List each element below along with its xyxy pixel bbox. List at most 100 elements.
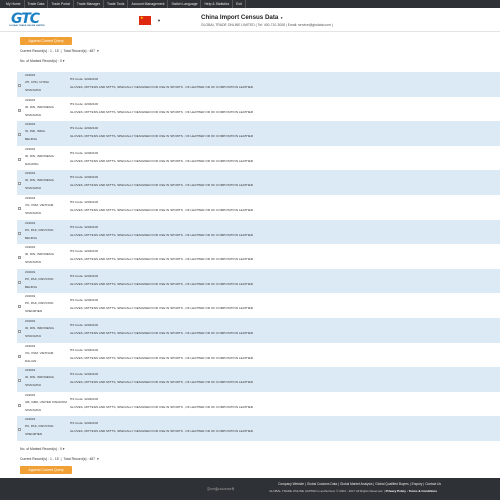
company-contact: GLOBAL TRADE ONLINE LIMITED ( Tel: 400-7… bbox=[201, 23, 334, 27]
row-description: GLOVES, MITTENS AND MITTS, SPECIALLY DES… bbox=[70, 281, 253, 286]
terms-link[interactable]: Terms & Conditions bbox=[409, 489, 437, 493]
table-row[interactable]: 201601 VN, VNM, VIETNAM SHANGHAI HS Code: 4… bbox=[17, 195, 500, 220]
row-checkbox[interactable] bbox=[18, 108, 21, 112]
row-checkbox[interactable] bbox=[18, 207, 21, 210]
chevron-down-icon[interactable]: ▼ bbox=[157, 18, 161, 23]
chevron-down-icon[interactable]: ▾ bbox=[63, 59, 65, 63]
page-title-text: China Import Census Data bbox=[201, 14, 279, 21]
nav-item-trade-tools[interactable]: Trade Tools bbox=[104, 0, 129, 8]
footer-copyright: GLOBAL TRADE ONLINE LIMITED is authorize… bbox=[269, 489, 437, 493]
table-row[interactable]: 201601 ID, IDN, INDONESIA SHANGHAI HS Code:… bbox=[17, 244, 500, 269]
row-checkbox[interactable] bbox=[18, 330, 21, 333]
nav-item-my-home[interactable]: My Home bbox=[3, 0, 25, 8]
table-row[interactable]: 201601 PK, PAK, PAKISTAN SHENZHEN HS Code: … bbox=[17, 293, 500, 318]
row-port: SHANGHAI bbox=[25, 112, 42, 117]
table-row[interactable]: 201601 ID, IDN, INDONESIA SHANGHAI HS Code:… bbox=[17, 96, 500, 122]
china-flag-icon[interactable]: ★ bbox=[139, 16, 151, 25]
row-hs-code: HS Code: 42032100 bbox=[70, 77, 99, 81]
row-origin-country: IN, IND, INDIA bbox=[25, 129, 46, 134]
row-description: GLOVES, MITTENS AND MITTS, SPECIALLY DES… bbox=[70, 208, 253, 212]
marked-records-label: No. of Marked Record(s) : 0 bbox=[20, 447, 62, 451]
row-checkbox[interactable] bbox=[18, 379, 21, 383]
marked-records-bottom: No. of Marked Record(s) : 0 ▾ bbox=[20, 447, 65, 451]
table-row[interactable]: 201601 ID, IDN, INDONESIA NANJING HS Code: … bbox=[17, 145, 500, 171]
row-hs-code: HS Code: 42032100 bbox=[70, 347, 99, 352]
row-date: 201601 bbox=[25, 220, 36, 225]
row-origin-country: ID, IDN, INDONESIA bbox=[25, 153, 54, 158]
row-checkbox[interactable] bbox=[18, 182, 21, 186]
nav-item-trade-manager[interactable]: Trade Manager bbox=[74, 0, 104, 8]
row-hs-code: HS Code: 42032100 bbox=[70, 175, 99, 180]
row-checkbox[interactable] bbox=[18, 305, 21, 309]
row-port: NANJING bbox=[25, 161, 39, 166]
row-date: 201601 bbox=[25, 368, 36, 373]
row-description: GLOVES, MITTENS AND MITTS, SPECIALLY DES… bbox=[70, 331, 253, 335]
footer-link-global-customs-data[interactable]: Global Customs Data bbox=[306, 482, 338, 486]
table-row[interactable]: 201601 ZH, CHN, CHINA SHANGHAI HS Code: 420… bbox=[17, 72, 500, 97]
row-date: 201601 bbox=[25, 294, 36, 299]
row-checkbox[interactable] bbox=[18, 133, 21, 137]
row-origin-country: PK, PAK, PAKISTAN bbox=[25, 301, 54, 306]
append-query-button-bottom[interactable]: Append Current Query bbox=[20, 466, 72, 474]
row-date: 201601 bbox=[25, 73, 36, 77]
row-origin-country: ID, IDN, INDONESIA bbox=[25, 375, 54, 380]
footer-link-global-market-analysis[interactable]: Global Market Analysis bbox=[339, 482, 373, 486]
footer-links: Company Website|Global Customs Data|Glob… bbox=[277, 482, 442, 486]
row-checkbox[interactable] bbox=[18, 256, 21, 260]
table-row[interactable]: 201601 ID, IDN, INDONESIA SHANGHAI HS Code:… bbox=[17, 318, 500, 343]
append-query-button-top[interactable]: Append Current Query bbox=[20, 37, 72, 45]
row-hs-code: HS Code: 42032100 bbox=[70, 298, 99, 303]
row-description: GLOVES, MITTENS AND MITTS, SPECIALLY DES… bbox=[70, 134, 253, 139]
nav-item-exit[interactable]: Exit bbox=[233, 0, 246, 8]
logo-subtitle: GLOBAL TRADE ONLINE LIMITED bbox=[9, 25, 45, 27]
row-checkbox[interactable] bbox=[18, 157, 21, 161]
row-checkbox[interactable] bbox=[18, 428, 21, 432]
row-checkbox[interactable] bbox=[18, 403, 21, 407]
table-row[interactable]: 201601 ID, IDN, INDONESIA SHANGHAI HS Code:… bbox=[17, 367, 500, 392]
chevron-down-icon[interactable]: ▾ bbox=[97, 457, 99, 461]
gtc-logo[interactable]: GTC GLOBAL TRADE ONLINE LIMITED bbox=[9, 11, 47, 29]
row-date: 201601 bbox=[25, 343, 36, 348]
row-hs-code: HS Code: 42032100 bbox=[70, 372, 99, 377]
row-description: GLOVES, MITTENS AND MITTS, SPECIALLY DES… bbox=[70, 232, 253, 237]
nav-item-trade-portal[interactable]: Trade Portal bbox=[48, 0, 74, 8]
page-title[interactable]: China Import Census Data ▼ bbox=[201, 14, 283, 21]
row-port: SHANGHAI bbox=[25, 334, 42, 338]
row-checkbox[interactable] bbox=[18, 231, 21, 235]
marked-records-top: No. of Marked Record(s) : 0 ▾ bbox=[20, 59, 65, 63]
nav-item-help-statistics[interactable]: Help & Statistics bbox=[201, 0, 234, 8]
table-row[interactable]: 201601 PK, PAK, PAKISTAN BEIJING HS Code: 4… bbox=[17, 268, 500, 294]
row-date: 201601 bbox=[25, 171, 36, 176]
row-origin-country: ID, IDN, INDONESIA bbox=[25, 326, 54, 330]
row-origin-country: VN, VNM, VIETNAM bbox=[25, 203, 54, 207]
footer-link-contact-us[interactable]: Contact Us bbox=[424, 482, 442, 486]
table-row[interactable]: 201601 PK, PAK, PAKISTAN SHENZHEN HS Code: … bbox=[17, 416, 500, 441]
footer-link-enquiry[interactable]: Enquiry bbox=[411, 482, 424, 486]
row-checkbox[interactable] bbox=[18, 84, 21, 87]
nav-item-switch-language[interactable]: Switch Language bbox=[168, 0, 202, 8]
row-origin-country: GB, GBR, UNITED KINGDOM bbox=[25, 399, 67, 404]
row-description: GLOVES, MITTENS AND MITTS, SPECIALLY DES… bbox=[70, 355, 253, 360]
row-port: BEIJING bbox=[25, 235, 38, 240]
row-description: GLOVES, MITTENS AND MITTS, SPECIALLY DES… bbox=[70, 85, 253, 89]
nav-item-account-management[interactable]: Account Management bbox=[128, 0, 169, 8]
footer-link-company-website[interactable]: Company Website bbox=[277, 482, 305, 486]
row-checkbox[interactable] bbox=[18, 354, 21, 358]
table-row[interactable]: 201601 ID, IDN, INDONESIA SHANGHAI HS Code:… bbox=[17, 170, 500, 195]
current-records-label: Current Record(s) : 1 - 15 bbox=[20, 457, 59, 461]
privacy-policy-link[interactable]: Privacy Policy bbox=[386, 489, 406, 493]
table-row[interactable]: 201601 VN, VNM, VIETNAM DALIAN HS Code: 420… bbox=[17, 342, 500, 368]
footer-link-global-qualified-buyers[interactable]: Global Qualified Buyers bbox=[374, 482, 410, 486]
table-row[interactable]: 201601 IN, IND, INDIA BEIJING HS Code: 4203… bbox=[17, 121, 500, 146]
chevron-down-icon[interactable]: ▾ bbox=[63, 447, 65, 451]
table-row[interactable]: 201601 PK, PAK, PAKISTAN BEIJING HS Code: 4… bbox=[17, 219, 500, 245]
row-checkbox[interactable] bbox=[18, 280, 21, 284]
nav-item-trade-data[interactable]: Trade Data bbox=[25, 0, 49, 8]
icp-license: 京ICP备13023303号 bbox=[207, 487, 235, 491]
chevron-down-icon[interactable]: ▾ bbox=[97, 49, 99, 53]
row-date: 201601 bbox=[25, 97, 36, 102]
row-port: SHANGHAI bbox=[25, 186, 42, 191]
table-row[interactable]: 201601 GB, GBR, UNITED KINGDOM SHANGHAI HS … bbox=[17, 391, 500, 417]
chevron-down-icon[interactable]: ▼ bbox=[280, 16, 283, 20]
row-origin-country: PK, PAK, PAKISTAN bbox=[25, 276, 54, 281]
